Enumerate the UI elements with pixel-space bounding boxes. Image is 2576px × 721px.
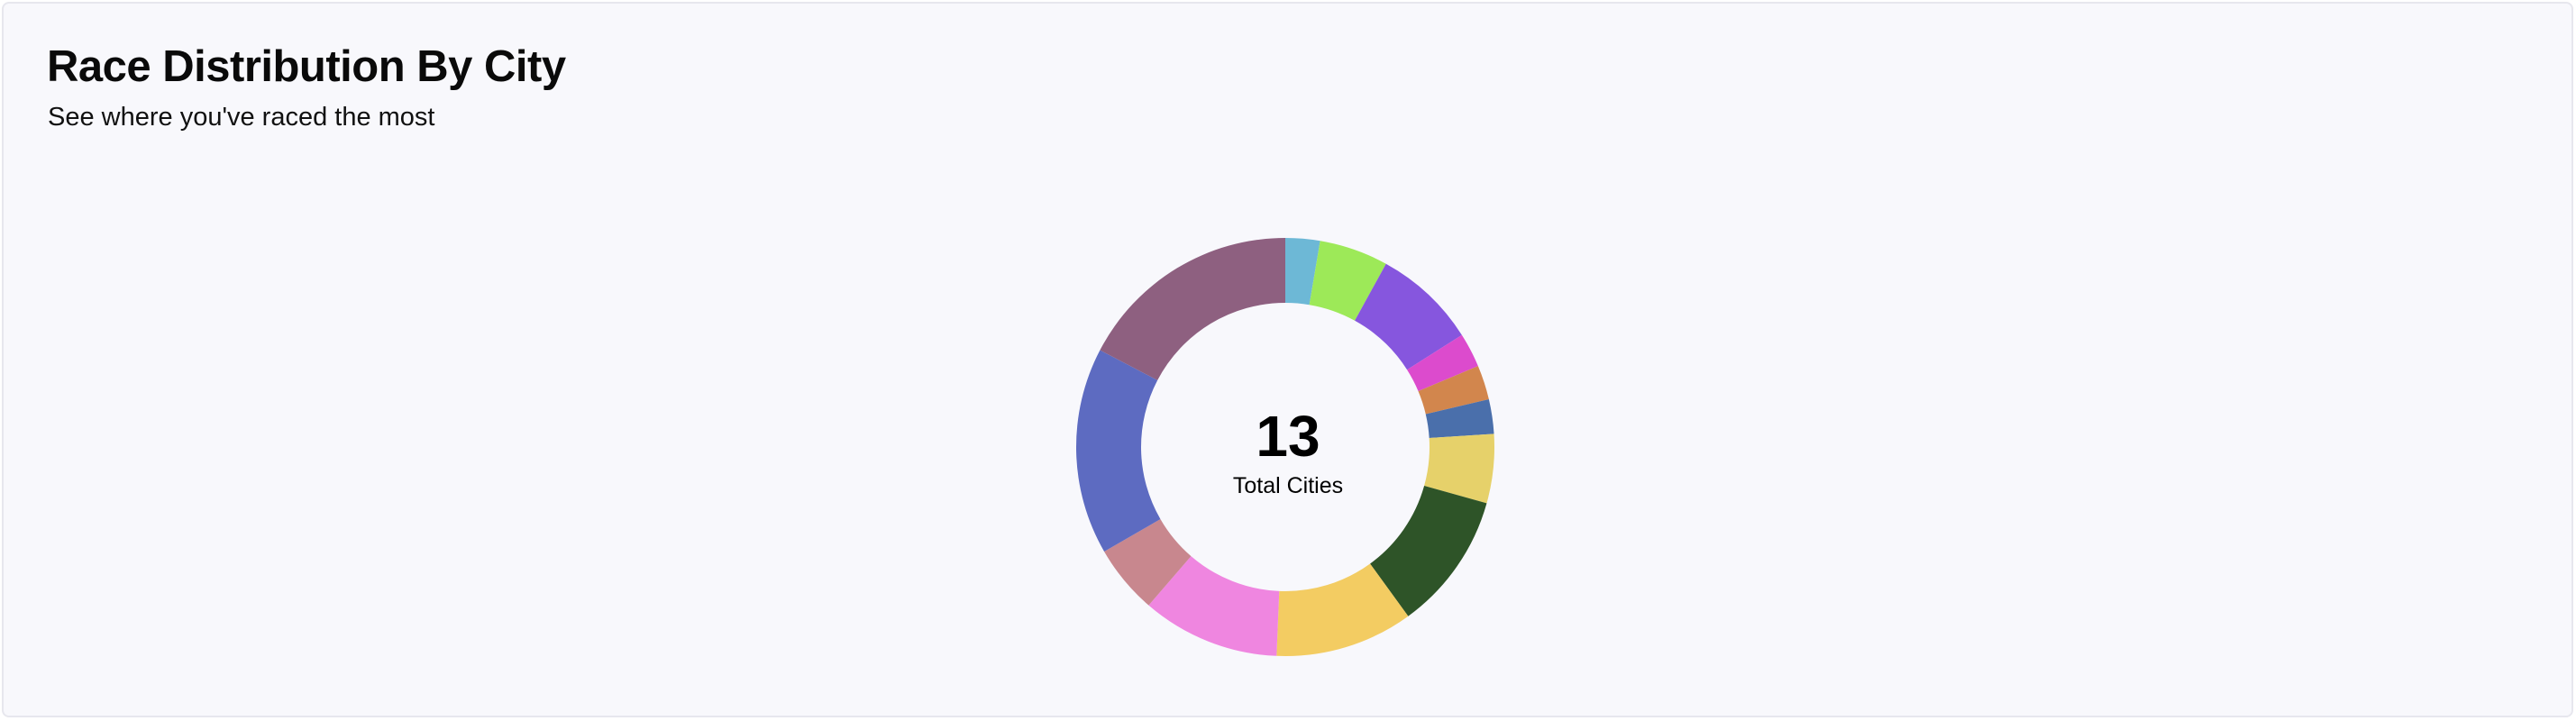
page-subtitle: See where you've raced the most	[48, 103, 435, 132]
total-cities-value: 13	[1256, 404, 1320, 469]
donut-slice-13[interactable]	[1100, 238, 1285, 380]
donut-slice-12[interactable]	[1076, 350, 1161, 552]
total-cities-label: Total Cities	[1232, 473, 1344, 498]
page-title: Race Distribution By City	[47, 42, 566, 91]
